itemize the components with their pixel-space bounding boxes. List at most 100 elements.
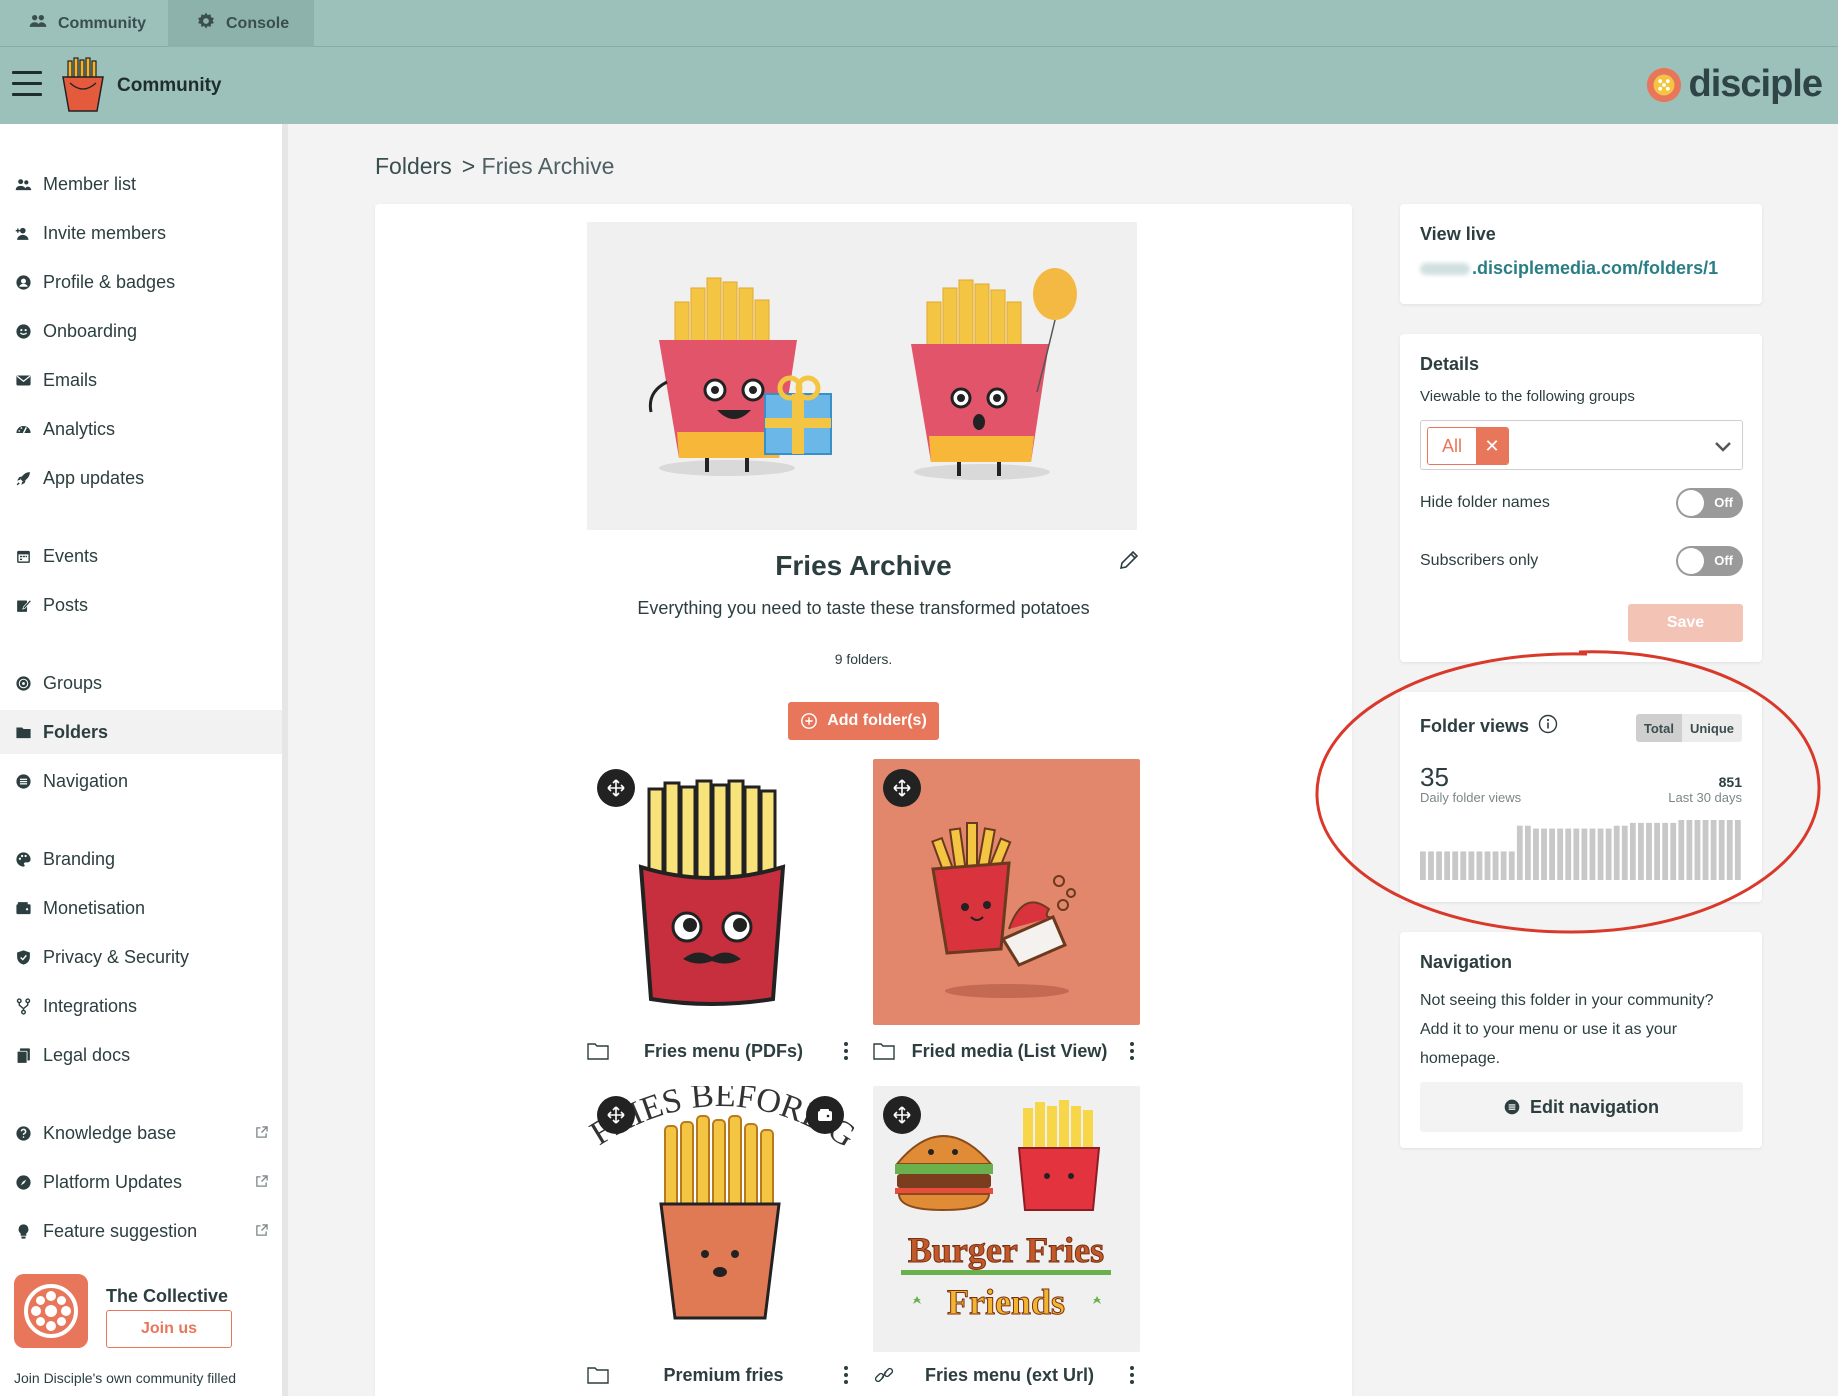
- sidebar-item-onboarding[interactable]: Onboarding: [0, 309, 282, 353]
- save-button[interactable]: Save: [1628, 604, 1743, 642]
- folder-tile-name[interactable]: Premium fries: [609, 1365, 838, 1386]
- menu-toggle-button[interactable]: [12, 71, 42, 97]
- sparkline-bar: [1686, 820, 1693, 880]
- sparkline-bar: [1420, 851, 1426, 880]
- more-options-icon[interactable]: [1124, 1039, 1140, 1063]
- sidebar-item-groups[interactable]: Groups: [0, 661, 282, 705]
- sparkline-bar: [1726, 820, 1733, 880]
- remove-chip-icon[interactable]: ✕: [1476, 428, 1509, 464]
- question-icon: [14, 1124, 32, 1142]
- folder-icon: [14, 723, 32, 741]
- folder-tile-fries-menu-pdfs[interactable]: [587, 759, 854, 1025]
- hide-folder-names-label: Hide folder names: [1420, 494, 1550, 511]
- more-options-icon[interactable]: [838, 1039, 854, 1063]
- sidebar-item-emails[interactable]: Emails: [0, 358, 282, 402]
- details-title: Details: [1420, 354, 1480, 374]
- total-views-button[interactable]: Total: [1635, 714, 1682, 742]
- breadcrumb-folders-link[interactable]: Folders: [375, 153, 452, 180]
- sidebar-item-events[interactable]: Events: [0, 534, 282, 578]
- sparkline-bar: [1508, 851, 1515, 880]
- external-link-icon: [256, 1224, 268, 1236]
- sparkline-bar: [1524, 825, 1531, 880]
- sidebar-item-integrations[interactable]: Integrations: [0, 984, 282, 1028]
- edit-pencil-icon[interactable]: [1117, 548, 1141, 572]
- sidebar-item-branding[interactable]: Branding: [0, 837, 282, 881]
- folder-tile-fries-menu-ext-url[interactable]: Burger Fries Friends: [873, 1086, 1140, 1352]
- sparkline-bar: [1718, 820, 1725, 880]
- subscribers-only-toggle[interactable]: Off: [1676, 546, 1743, 576]
- sidebar-item-feature-suggestion[interactable]: Feature suggestion: [0, 1209, 282, 1253]
- blurred-subdomain: [1420, 263, 1470, 276]
- hide-folder-names-toggle[interactable]: Off: [1676, 488, 1743, 518]
- shield-icon: [14, 948, 32, 966]
- more-options-icon[interactable]: [1124, 1363, 1140, 1387]
- sidebar-item-label: Events: [43, 545, 99, 566]
- premium-badge: [806, 1096, 844, 1134]
- info-icon[interactable]: [1538, 714, 1558, 734]
- brand-name: disciple: [1688, 63, 1823, 105]
- sparkline-bar: [1654, 822, 1660, 880]
- toggle-state: Off: [1714, 553, 1733, 568]
- tab-console-label: Console: [226, 14, 290, 32]
- view-live-link[interactable]: .disciplemedia.com/folders/1: [1420, 258, 1718, 279]
- sidebar-item-navigation[interactable]: Navigation: [0, 759, 282, 803]
- folder-tile-premium-fries[interactable]: FRIES BEFORE GUYS: [587, 1086, 854, 1352]
- join-us-button[interactable]: Join us: [106, 1310, 232, 1348]
- sparkline-bar: [1460, 851, 1467, 880]
- sidebar-item-posts[interactable]: Posts: [0, 583, 282, 627]
- sidebar-item-label: Analytics: [43, 418, 116, 439]
- sidebar-item-analytics[interactable]: Analytics: [0, 407, 282, 451]
- chevron-down-icon[interactable]: [1712, 435, 1734, 457]
- profile-icon: [14, 273, 32, 291]
- sparkline-bar: [1629, 822, 1636, 880]
- details-card: Details Viewable to the following groups…: [1400, 334, 1762, 662]
- tab-console[interactable]: Console: [168, 0, 314, 47]
- unique-views-button[interactable]: Unique: [1681, 714, 1742, 742]
- sidebar-item-folders[interactable]: Folders: [0, 710, 282, 754]
- toggle-state: Off: [1714, 495, 1733, 510]
- tab-community[interactable]: Community: [0, 0, 168, 47]
- folder-cover-image[interactable]: [587, 222, 1137, 530]
- drag-handle[interactable]: [597, 769, 635, 807]
- sparkline-bar: [1428, 851, 1434, 880]
- groups-select[interactable]: All ✕: [1420, 420, 1743, 470]
- sidebar-item-profile-badges[interactable]: Profile & badges: [0, 260, 282, 304]
- sidebar-item-invite-members[interactable]: Invite members: [0, 211, 282, 255]
- folder-tile-fried-media[interactable]: [873, 759, 1140, 1025]
- more-options-icon[interactable]: [838, 1363, 854, 1387]
- sidebar-item-member-list[interactable]: Member list: [0, 162, 282, 206]
- smile-icon: [14, 322, 32, 340]
- drag-handle[interactable]: [597, 1096, 635, 1134]
- sidebar-item-label: Feature suggestion: [43, 1220, 198, 1241]
- folder-tile-name[interactable]: Fried media (List View): [895, 1041, 1124, 1062]
- edit-navigation-button[interactable]: Edit navigation: [1420, 1082, 1743, 1132]
- sidebar-item-privacy-security[interactable]: Privacy & Security: [0, 935, 282, 979]
- folder-tile-label-row: Premium fries: [587, 1360, 854, 1390]
- drag-handle[interactable]: [883, 769, 921, 807]
- sidebar-item-monetisation[interactable]: Monetisation: [0, 886, 282, 930]
- sidebar-item-platform-updates[interactable]: Platform Updates: [0, 1160, 282, 1204]
- breadcrumb-separator: >: [461, 153, 476, 179]
- views-sparkline: [1420, 820, 1741, 880]
- drag-handle[interactable]: [883, 1096, 921, 1134]
- add-folders-button[interactable]: Add folder(s): [788, 702, 939, 740]
- folder-tile-label-row: Fries menu (ext Url): [873, 1360, 1140, 1390]
- app-name: Community: [117, 75, 222, 96]
- sidebar-item-knowledge-base[interactable]: Knowledge base: [0, 1111, 282, 1155]
- folder-detail-card: Fries Archive Everything you need to tas…: [375, 204, 1352, 1396]
- link-icon: [874, 1367, 894, 1383]
- sidebar-item-legal-docs[interactable]: Legal docs: [0, 1033, 282, 1077]
- move-arrows-icon: [893, 1106, 911, 1124]
- folder-tile-name[interactable]: Fries menu (ext Url): [895, 1365, 1124, 1386]
- sidebar-item-app-updates[interactable]: App updates: [0, 456, 282, 500]
- sparkline-bar: [1500, 851, 1507, 880]
- sparkline-bar: [1516, 825, 1523, 880]
- app-header: Community disciple: [0, 47, 1838, 124]
- groups-label: Viewable to the following groups: [1420, 388, 1635, 405]
- sparkline-bar: [1476, 851, 1483, 880]
- sparkline-bar: [1468, 851, 1475, 880]
- sidebar-item-label: Navigation: [43, 770, 129, 791]
- sparkline-bar: [1492, 851, 1499, 880]
- folder-tile-name[interactable]: Fries menu (PDFs): [609, 1041, 838, 1062]
- view-live-card: View live .disciplemedia.com/folders/1: [1400, 204, 1762, 304]
